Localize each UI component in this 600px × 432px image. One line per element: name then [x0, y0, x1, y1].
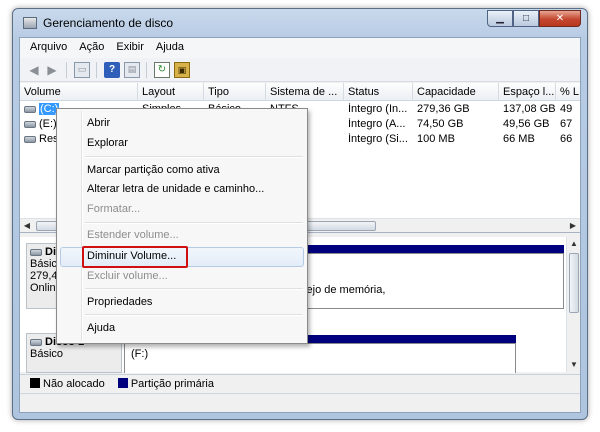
refresh-icon[interactable]: ↻ [154, 62, 170, 78]
toolbar-separator [66, 62, 67, 78]
status-bar [20, 393, 580, 412]
window-title: Gerenciamento de disco [43, 16, 174, 30]
action-pane-icon[interactable]: ▤ [124, 62, 140, 78]
menu-item-estender-volume: Estender volume... [87, 229, 179, 241]
column-status[interactable]: Status [344, 83, 413, 101]
disk-1-type: Básico [30, 348, 64, 360]
column-layout[interactable]: Layout [138, 83, 204, 101]
volume-cell: (E:) [24, 118, 57, 130]
column-espaco[interactable]: Espaço l... [499, 83, 556, 101]
column-volume[interactable]: Volume [20, 83, 138, 101]
espaco-cell: 49,56 GB [503, 118, 550, 130]
volume-name: (E:) [39, 118, 57, 130]
primary-partition-swatch [117, 378, 128, 388]
scroll-down-icon[interactable]: ▼ [567, 358, 581, 372]
menu-item-propriedades[interactable]: Propriedades [87, 293, 152, 311]
properties-icon[interactable]: ▣ [174, 62, 190, 78]
pct-cell: 67 [560, 118, 573, 130]
menu-bar: Arquivo Ação Exibir Ajuda [20, 38, 580, 58]
menu-gutter [82, 111, 83, 341]
pct-cell: 49 [560, 103, 573, 115]
menu-ajuda[interactable]: Ajuda [150, 38, 190, 58]
espaco-cell: 66 MB [503, 133, 535, 145]
legend-unallocated: Não alocado [43, 378, 105, 390]
menu-separator [85, 288, 303, 290]
disk-icon [30, 338, 42, 346]
menu-item-diminuir-volume[interactable]: Diminuir Volume... [87, 247, 176, 265]
menu-item-abrir[interactable]: Abrir [87, 114, 110, 132]
espaco-cell: 137,08 GB [503, 103, 556, 115]
back-arrow-icon[interactable]: ◀ [26, 62, 42, 78]
menu-acao[interactable]: Ação [73, 38, 110, 58]
status-cell: Íntegro (Si... [348, 133, 408, 145]
context-menu: Abrir Explorar Marcar partição como ativ… [56, 108, 308, 344]
volume-icon [24, 120, 36, 128]
capacidade-cell: 74,50 GB [417, 118, 464, 130]
disk-icon [30, 248, 42, 256]
disk-management-icon [23, 17, 37, 29]
volume-icon [24, 135, 36, 143]
scroll-right-icon[interactable]: ▶ [566, 219, 580, 233]
legend-primary: Partição primária [130, 378, 214, 390]
menu-separator [85, 156, 303, 158]
column-sistema[interactable]: Sistema de ... [266, 83, 344, 101]
pct-cell: 66 [560, 133, 573, 145]
menu-separator [85, 222, 303, 224]
menu-item-formatar: Formatar... [87, 203, 141, 215]
volume-cell: (C:) [24, 103, 60, 115]
column-tipo[interactable]: Tipo [204, 83, 266, 101]
column-capacidade[interactable]: Capacidade [413, 83, 499, 101]
toolbar-separator [146, 62, 147, 78]
window-controls: ▁ □ ✕ [487, 10, 581, 27]
vertical-scroll-thumb[interactable] [569, 253, 579, 313]
partition-label: (F:) [131, 348, 149, 360]
column-pct-livre[interactable]: % L [556, 83, 582, 101]
minimize-button[interactable]: ▁ [487, 10, 513, 27]
capacidade-cell: 279,36 GB [417, 103, 470, 115]
volume-cell: Res [24, 133, 59, 145]
console-tree-icon[interactable]: ▭ [74, 62, 90, 78]
toolbar: ◀ ▶ ▭ ? ▤ ↻ ▣ [20, 58, 580, 82]
status-cell: Íntegro (In... [348, 103, 408, 115]
capacidade-cell: 100 MB [417, 133, 455, 145]
menu-item-marcar-ativa[interactable]: Marcar partição como ativa [87, 161, 220, 179]
menu-item-alterar-letra[interactable]: Alterar letra de unidade e caminho... [87, 180, 264, 198]
close-button[interactable]: ✕ [539, 10, 581, 27]
menu-item-ajuda[interactable]: Ajuda [87, 319, 115, 337]
menu-exibir[interactable]: Exibir [110, 38, 150, 58]
help-icon[interactable]: ? [104, 62, 120, 78]
vertical-scrollbar[interactable]: ▲ ▼ [566, 237, 580, 372]
scroll-up-icon[interactable]: ▲ [567, 237, 581, 251]
menu-separator [85, 314, 303, 316]
status-cell: Íntegro (A... [348, 118, 406, 130]
volume-icon [24, 105, 36, 113]
maximize-button[interactable]: □ [513, 10, 539, 27]
disk-0-name: Di [45, 246, 56, 258]
forward-arrow-icon[interactable]: ▶ [44, 62, 60, 78]
menu-item-explorar[interactable]: Explorar [87, 134, 128, 152]
disk-1-partition-f[interactable]: (F:) [124, 343, 516, 373]
title-bar[interactable]: Gerenciamento de disco ▁ □ ✕ [13, 9, 587, 37]
menu-arquivo[interactable]: Arquivo [24, 38, 73, 58]
toolbar-separator [96, 62, 97, 78]
volume-list-header: Volume Layout Tipo Sistema de ... Status… [20, 83, 580, 101]
unallocated-swatch [30, 378, 40, 388]
legend: Não alocado Partição primária [20, 374, 580, 392]
menu-item-excluir-volume: Excluir volume... [87, 270, 168, 282]
scroll-left-icon[interactable]: ◀ [20, 219, 34, 233]
